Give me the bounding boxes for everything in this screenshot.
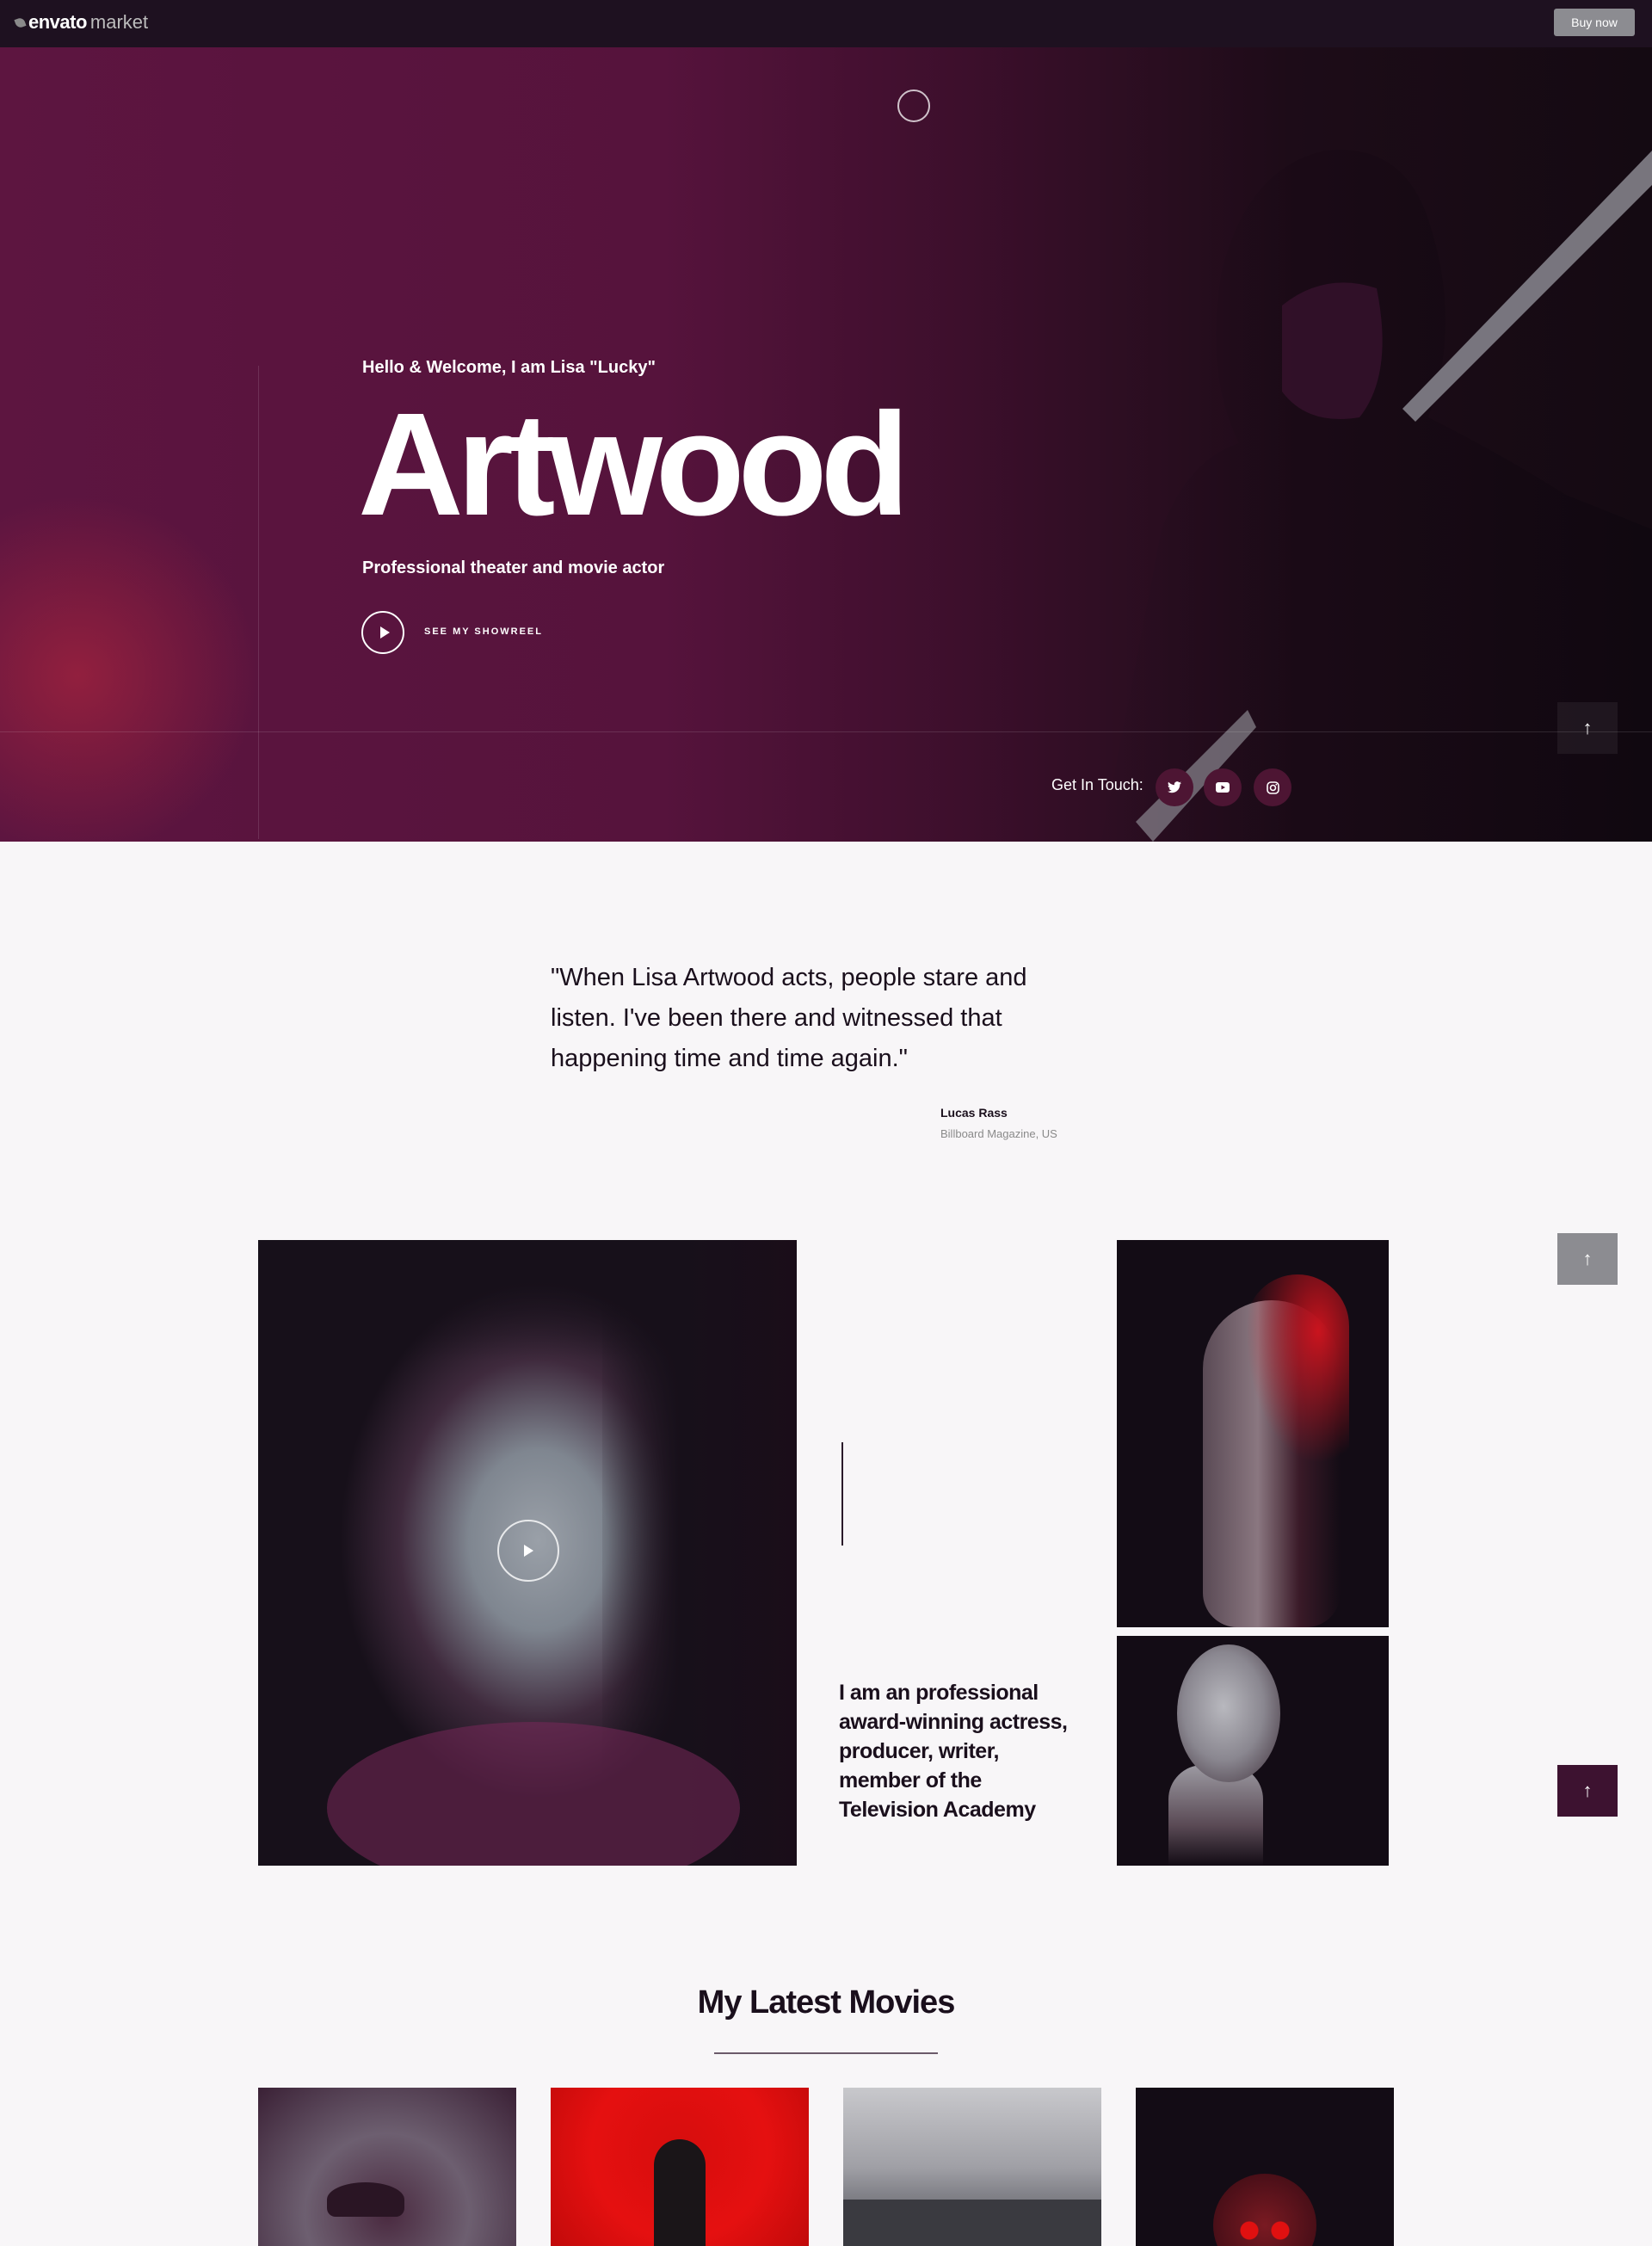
twitter-icon[interactable]: [1156, 768, 1193, 806]
hero-horizontal-divider: [0, 731, 1652, 732]
back-to-top-arrow-icon[interactable]: ↑: [1557, 1765, 1618, 1817]
quote-author: Lucas Rass: [940, 1106, 1008, 1120]
hero-greeting: Hello & Welcome, I am Lisa "Lucky": [362, 358, 656, 377]
quote-source: Billboard Magazine, US: [940, 1127, 1057, 1140]
movie-card[interactable]: [258, 2088, 516, 2246]
get-in-touch-label: Get In Touch:: [1051, 776, 1143, 793]
top-bar: envato market Buy now: [0, 0, 1652, 47]
photo-face: [1177, 1644, 1280, 1782]
hero-section: Hello & Welcome, I am Lisa "Lucky" Artwo…: [0, 47, 1652, 842]
movie-poster-figure: [327, 2182, 404, 2217]
showreel-link[interactable]: SEE MY SHOWREEL: [424, 626, 543, 637]
movie-poster-mask: [1213, 2174, 1316, 2246]
video-play-icon[interactable]: [497, 1520, 559, 1582]
movie-card[interactable]: [1136, 2088, 1394, 2246]
movie-poster-figure: [654, 2139, 706, 2246]
movies-heading-underline: [714, 2052, 938, 2054]
envato-logo[interactable]: envato market: [14, 11, 149, 34]
hero-title: Artwood: [358, 383, 909, 546]
logo-suffix: market: [89, 11, 149, 33]
hero-portrait-image: [1101, 150, 1652, 842]
buy-now-button[interactable]: Buy now: [1554, 9, 1635, 36]
gallery-vertical-divider: [841, 1442, 843, 1546]
movie-poster-landscape: [843, 2200, 1101, 2246]
logo-brand: envato: [28, 11, 87, 33]
hero-subtitle: Professional theater and movie actor: [362, 558, 665, 577]
cursor-circle-icon: [897, 89, 930, 122]
youtube-icon[interactable]: [1204, 768, 1242, 806]
instagram-icon[interactable]: [1254, 768, 1291, 806]
hero-glow: [0, 495, 258, 842]
scroll-up-arrow-icon[interactable]: ↑: [1557, 1233, 1618, 1285]
leaf-icon: [14, 15, 27, 29]
movie-card[interactable]: [551, 2088, 809, 2246]
portrait-photo-closeup: [1117, 1636, 1389, 1866]
hero-vertical-divider: [258, 366, 259, 839]
movie-card[interactable]: [843, 2088, 1101, 2246]
scroll-up-arrow-icon[interactable]: ↑: [1557, 702, 1618, 754]
movies-heading: My Latest Movies: [697, 1984, 956, 2021]
photo-red-light: [1246, 1274, 1349, 1464]
bio-text: I am an professional award-winning actre…: [839, 1681, 1068, 1822]
testimonial-quote: "When Lisa Artwood acts, people stare an…: [551, 964, 1027, 1072]
portrait-photo-side: [1117, 1240, 1389, 1627]
showreel-play-button[interactable]: [361, 611, 404, 654]
